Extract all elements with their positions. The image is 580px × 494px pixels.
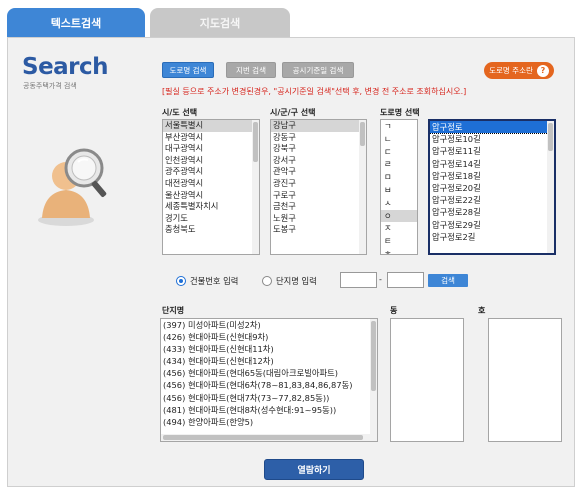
list-item[interactable]: 도봉구 (271, 224, 366, 236)
scrollbar[interactable] (359, 120, 366, 254)
horizontal-scrollbar[interactable] (161, 434, 377, 441)
list-item[interactable]: 압구정로29길 (430, 219, 554, 231)
list-item[interactable]: ㄴ (381, 133, 417, 146)
tab-map-search[interactable]: 지도검색 (150, 8, 290, 38)
list-item[interactable]: (434) 현대아파트(신현대12차) (161, 355, 377, 367)
list-item[interactable]: (456) 현대아파트(현대65동(대림아크로빌아파트) (161, 367, 377, 379)
building-number-label: 건물번호 입력 (190, 276, 239, 286)
list-item[interactable]: ㄷ (381, 146, 417, 159)
list-item[interactable]: ㅌ (381, 235, 417, 248)
list-item[interactable]: (397) 미성아파트(미성2차) (161, 319, 377, 331)
ho-label: 호 (478, 306, 486, 315)
list-item[interactable]: ㅈ (381, 222, 417, 235)
complex-list[interactable]: (397) 미성아파트(미성2차) (426) 현대아파트(신현대9차) (43… (160, 318, 378, 442)
list-item[interactable]: 강북구 (271, 143, 366, 155)
question-icon: ? (536, 64, 549, 77)
list-item[interactable]: 광진구 (271, 178, 366, 190)
building-sub-number-input[interactable] (387, 272, 424, 288)
list-item[interactable]: 대구광역시 (163, 143, 259, 155)
scrollbar[interactable] (370, 319, 377, 434)
list-item[interactable]: 서울특별시 (163, 120, 259, 132)
list-item[interactable]: ㅂ (381, 184, 417, 197)
list-item[interactable]: 강남구 (271, 120, 366, 132)
list-item[interactable]: 경기도 (163, 213, 259, 225)
dong-label: 동 (390, 306, 398, 315)
official-date-search-button[interactable]: 공시기준일 검색 (282, 62, 354, 78)
list-item[interactable]: 구로구 (271, 190, 366, 202)
consonant-list[interactable]: ㄱ ㄴ ㄷ ㄹ ㅁ ㅂ ㅅ ㅇ ㅈ ㅌ ㅎ (380, 119, 418, 255)
logo-subtitle: 공동주택가격 검색 (23, 82, 77, 90)
list-item[interactable]: 대전광역시 (163, 178, 259, 190)
list-item[interactable]: 광주광역시 (163, 166, 259, 178)
list-item[interactable]: (494) 한양아파트(한양5) (161, 416, 377, 428)
list-item[interactable]: ㅇ (381, 209, 417, 223)
road-address-help-label: 도로명 주소란 (489, 66, 533, 75)
sigungu-label: 시/군/구 선택 (270, 108, 316, 117)
list-item[interactable]: (456) 현대아파트(현대7차(73~77,82,85동)) (161, 392, 377, 404)
list-item[interactable]: 관악구 (271, 166, 366, 178)
list-item[interactable]: ㄱ (381, 120, 417, 133)
list-item[interactable]: 노원구 (271, 213, 366, 225)
list-item[interactable]: 압구정로22길 (430, 194, 554, 206)
jibun-search-button[interactable]: 지번 검색 (226, 62, 276, 78)
complex-name-label: 단지명 입력 (276, 276, 317, 286)
road-label: 도로명 선택 (380, 108, 420, 117)
list-item[interactable]: 압구정로14길 (430, 158, 554, 170)
list-item[interactable]: ㅅ (381, 197, 417, 210)
sido-list[interactable]: 서울특별시 부산광역시 대구광역시 인천광역시 광주광역시 대전광역시 울산광역… (162, 119, 260, 255)
list-item[interactable]: (426) 현대아파트(신현대9차) (161, 331, 377, 343)
building-number-option[interactable]: 건물번호 입력 (176, 275, 238, 287)
list-item[interactable]: 압구정로 (430, 121, 554, 135)
dong-list[interactable] (390, 318, 464, 442)
list-item[interactable]: (481) 현대아파트(현대8차(성수현대:91~95동)) (161, 404, 377, 416)
list-item[interactable]: 압구정로10길 (430, 133, 554, 145)
list-item[interactable]: 인천광역시 (163, 155, 259, 167)
notice-text: [필실 등으로 주소가 변경된경우, "공시기준일 검색"선택 후, 변경 전 … (162, 87, 467, 96)
list-item[interactable]: 세종특별자치시 (163, 201, 259, 213)
scrollbar[interactable] (547, 121, 554, 253)
complex-label: 단지명 (162, 306, 185, 315)
tab-text-search[interactable]: 텍스트검색 (7, 8, 145, 38)
building-main-number-input[interactable] (340, 272, 377, 288)
search-button[interactable]: 검색 (428, 274, 468, 287)
person-magnifier-icon (38, 148, 107, 226)
complex-name-radio[interactable] (262, 276, 272, 286)
road-list[interactable]: 압구정로 압구정로10길 압구정로11길 압구정로14길 압구정로18길 압구정… (428, 119, 556, 255)
list-item[interactable]: (456) 현대아파트(현대6차(78~81,83,84,86,87동) (161, 379, 377, 391)
list-item[interactable]: 압구정로28길 (430, 206, 554, 218)
ho-list[interactable] (488, 318, 562, 442)
view-button[interactable]: 열람하기 (264, 459, 364, 480)
list-item[interactable]: 울산광역시 (163, 190, 259, 202)
sido-label: 시/도 선택 (162, 108, 198, 117)
list-item[interactable]: 부산광역시 (163, 132, 259, 144)
list-item[interactable]: 압구정로18길 (430, 170, 554, 182)
list-item[interactable]: (433) 현대아파트(신현대11차) (161, 343, 377, 355)
list-item[interactable]: 압구정로2길 (430, 231, 554, 243)
list-item[interactable]: 금천구 (271, 201, 366, 213)
road-search-button[interactable]: 도로명 검색 (162, 62, 214, 78)
list-item[interactable]: ㅁ (381, 171, 417, 184)
logo-title: Search (22, 54, 109, 80)
list-item[interactable]: 강동구 (271, 132, 366, 144)
sigungu-list[interactable]: 강남구 강동구 강북구 강서구 관악구 광진구 구로구 금천구 노원구 도봉구 (270, 119, 367, 255)
list-item[interactable]: 강서구 (271, 155, 366, 167)
list-item[interactable]: ㄹ (381, 158, 417, 171)
complex-name-option[interactable]: 단지명 입력 (262, 275, 317, 287)
building-number-radio[interactable] (176, 276, 186, 286)
scrollbar[interactable] (252, 120, 259, 254)
dash-separator: - (379, 275, 382, 284)
list-item[interactable]: 압구정로20길 (430, 182, 554, 194)
list-item[interactable]: ㅎ (381, 248, 417, 254)
list-item[interactable]: 압구정로11길 (430, 145, 554, 157)
list-item[interactable]: 충청북도 (163, 224, 259, 236)
road-address-help-button[interactable]: 도로명 주소란 ? (484, 62, 554, 79)
